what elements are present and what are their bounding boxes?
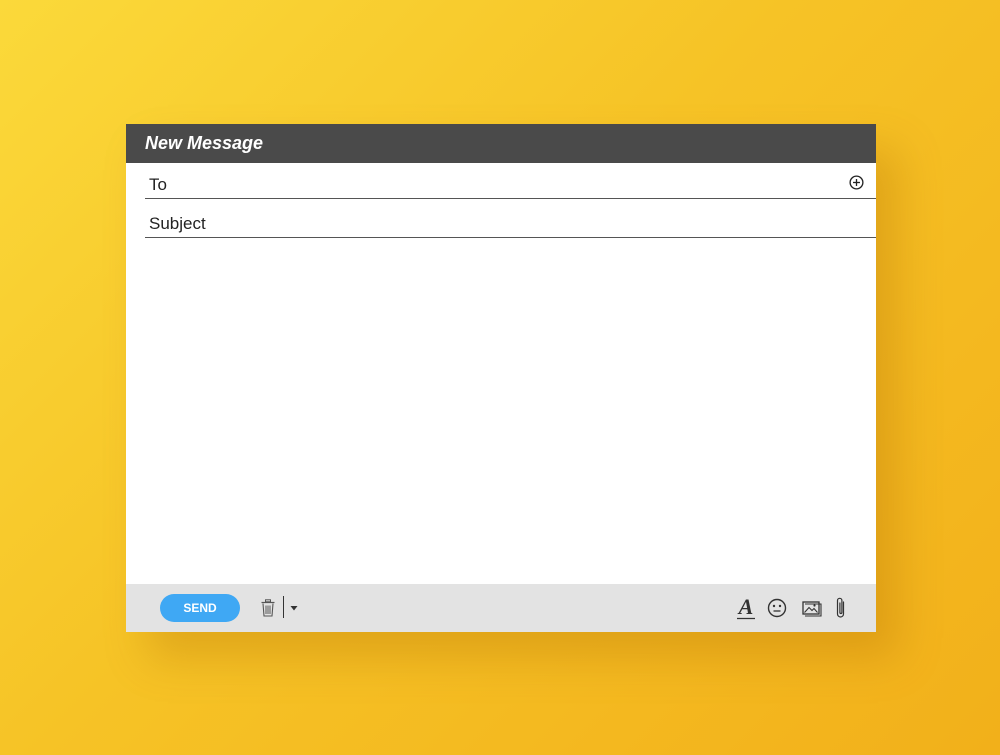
- to-field: [145, 165, 876, 199]
- paperclip-icon[interactable]: [834, 596, 848, 620]
- trash-icon[interactable]: [261, 599, 275, 617]
- chevron-down-icon[interactable]: [289, 604, 299, 612]
- font-format-icon[interactable]: A: [735, 596, 757, 620]
- image-icon[interactable]: [801, 596, 823, 620]
- message-body[interactable]: [145, 246, 857, 576]
- svg-text:A: A: [737, 596, 754, 619]
- add-recipient-icon[interactable]: [849, 175, 864, 190]
- to-input[interactable]: [149, 173, 840, 197]
- subject-field: [145, 204, 876, 238]
- title-bar: New Message: [126, 124, 876, 163]
- compose-window: New Message SEND A: [126, 124, 876, 632]
- toolbar-divider: [283, 596, 284, 618]
- send-button[interactable]: SEND: [160, 594, 240, 622]
- subject-input[interactable]: [149, 212, 840, 236]
- bottom-toolbar: SEND A: [126, 584, 876, 632]
- emoji-icon[interactable]: [766, 596, 788, 620]
- window-title: New Message: [145, 133, 264, 153]
